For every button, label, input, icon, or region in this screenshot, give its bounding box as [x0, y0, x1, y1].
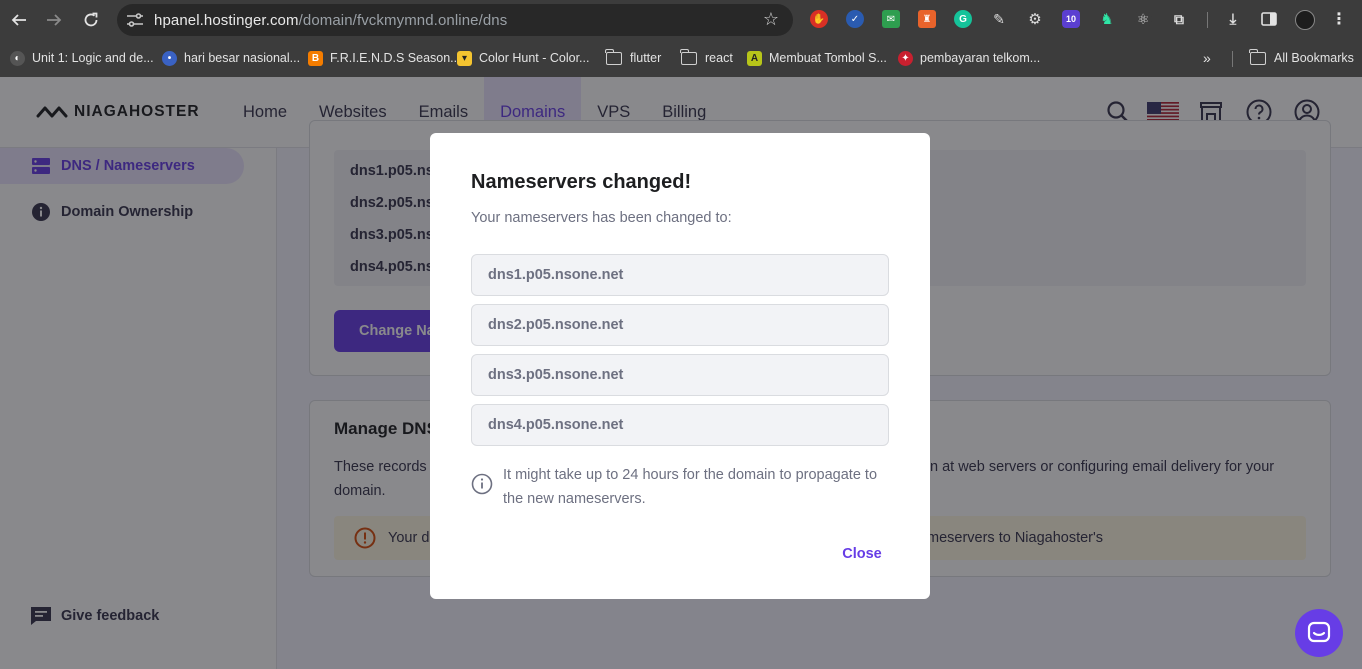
bookmark-star-icon[interactable]: ☆ [763, 9, 779, 30]
nameserver-field: dns2.p05.nsone.net [471, 304, 889, 346]
bookmark-item[interactable]: ▾ Color Hunt - Color... [457, 49, 589, 67]
all-bookmarks-label: All Bookmarks [1274, 51, 1354, 65]
download-icon[interactable]: ⤓ [1224, 10, 1242, 28]
side-panel-icon[interactable] [1260, 10, 1278, 28]
chat-support-button[interactable] [1295, 609, 1343, 657]
forward-arrow-icon[interactable] [42, 8, 66, 32]
all-bookmarks-button[interactable]: All Bookmarks [1249, 48, 1354, 67]
chat-icon [1307, 621, 1331, 643]
mail-extension-icon[interactable]: ✉ [882, 10, 900, 28]
bookmark-label: react [705, 51, 733, 65]
kebab-menu-icon[interactable]: ⋮ [1330, 10, 1348, 28]
propagation-notice: It might take up to 24 hours for the dom… [471, 463, 891, 511]
grammarly-extension-icon[interactable]: G [954, 10, 972, 28]
bookmark-label: Membuat Tombol S... [769, 51, 887, 65]
adblock-extension-icon[interactable]: ✋ [810, 10, 828, 28]
site-icon: • [162, 50, 177, 66]
bookmark-label: Unit 1: Logic and de... [32, 51, 154, 65]
colorhunt-icon: ▾ [457, 50, 472, 66]
nameservers-changed-dialog: Nameservers changed! Your nameservers ha… [430, 133, 930, 599]
extension-badge: 10 [1065, 14, 1076, 24]
propagation-notice-text: It might take up to 24 hours for the dom… [503, 467, 878, 507]
check-extension-icon[interactable]: ✓ [846, 10, 864, 28]
info-icon [471, 473, 493, 495]
url-text[interactable]: hpanel.hostinger.com/domain/fvckmymnd.on… [154, 12, 507, 29]
bookmark-item[interactable]: A Membuat Tombol S... [747, 49, 887, 67]
bookmark-label: Color Hunt - Color... [479, 51, 590, 65]
nameserver-field: dns4.p05.nsone.net [471, 404, 889, 446]
folder-icon [605, 48, 622, 65]
bookmark-item[interactable]: ◐ Unit 1: Logic and de... [10, 49, 154, 67]
bookmark-item[interactable]: ✦ pembayaran telkom... [898, 49, 1040, 67]
bookmarks-divider [1232, 51, 1233, 67]
globe-icon: ◐ [10, 50, 25, 66]
react-devtools-icon[interactable]: ⚛ [1134, 10, 1152, 28]
site-settings-icon[interactable] [126, 12, 144, 28]
browser-toolbar: hpanel.hostinger.com/domain/fvckmymnd.on… [0, 0, 1362, 40]
toolbar-divider [1207, 12, 1208, 28]
nameserver-field: dns1.p05.nsone.net [471, 254, 889, 296]
url-host: hpanel.hostinger.com [154, 12, 299, 29]
back-arrow-icon[interactable] [7, 8, 31, 32]
bookmark-label: flutter [630, 51, 662, 65]
eyedropper-extension-icon[interactable]: ✎ [990, 10, 1008, 28]
reload-icon[interactable] [79, 8, 103, 32]
dialog-subtitle: Your nameservers has been changed to: [471, 210, 732, 226]
address-bar[interactable]: hpanel.hostinger.com/domain/fvckmymnd.on… [117, 4, 793, 36]
nameserver-field: dns3.p05.nsone.net [471, 354, 889, 396]
cap-extension-icon[interactable]: 10 [1062, 10, 1080, 28]
bookmark-folder[interactable]: flutter [605, 48, 662, 67]
dino-extension-icon[interactable]: ♞ [1098, 10, 1116, 28]
bookmark-item[interactable]: B F.R.I.E.N.D.S Season... [308, 49, 461, 67]
gear-extension-icon[interactable]: ⚙ [1026, 10, 1044, 28]
blogger-icon: B [308, 50, 323, 66]
browser-chrome: hpanel.hostinger.com/domain/fvckmymnd.on… [0, 0, 1362, 77]
folder-icon [680, 48, 697, 65]
more-bookmarks-button[interactable]: » [1203, 49, 1211, 67]
url-path: /domain/fvckmymnd.online/dns [298, 12, 508, 29]
extensions-puzzle-icon[interactable]: ⧉ [1170, 10, 1188, 28]
folder-icon [1249, 48, 1266, 65]
close-button[interactable]: Close [828, 541, 896, 567]
site-icon: ✦ [898, 50, 913, 66]
tower-extension-icon[interactable]: ♜ [918, 10, 936, 28]
bookmarks-bar: ◐ Unit 1: Logic and de... • hari besar n… [0, 40, 1362, 77]
site-icon: A [747, 50, 762, 66]
bookmark-label: pembayaran telkom... [920, 51, 1041, 65]
bookmark-label: F.R.I.E.N.D.S Season... [330, 51, 461, 65]
bookmark-item[interactable]: • hari besar nasional... [162, 49, 300, 67]
profile-avatar[interactable] [1295, 10, 1315, 30]
dialog-title: Nameservers changed! [471, 171, 692, 193]
bookmark-folder[interactable]: react [680, 48, 733, 67]
bookmark-label: hari besar nasional... [184, 51, 301, 65]
